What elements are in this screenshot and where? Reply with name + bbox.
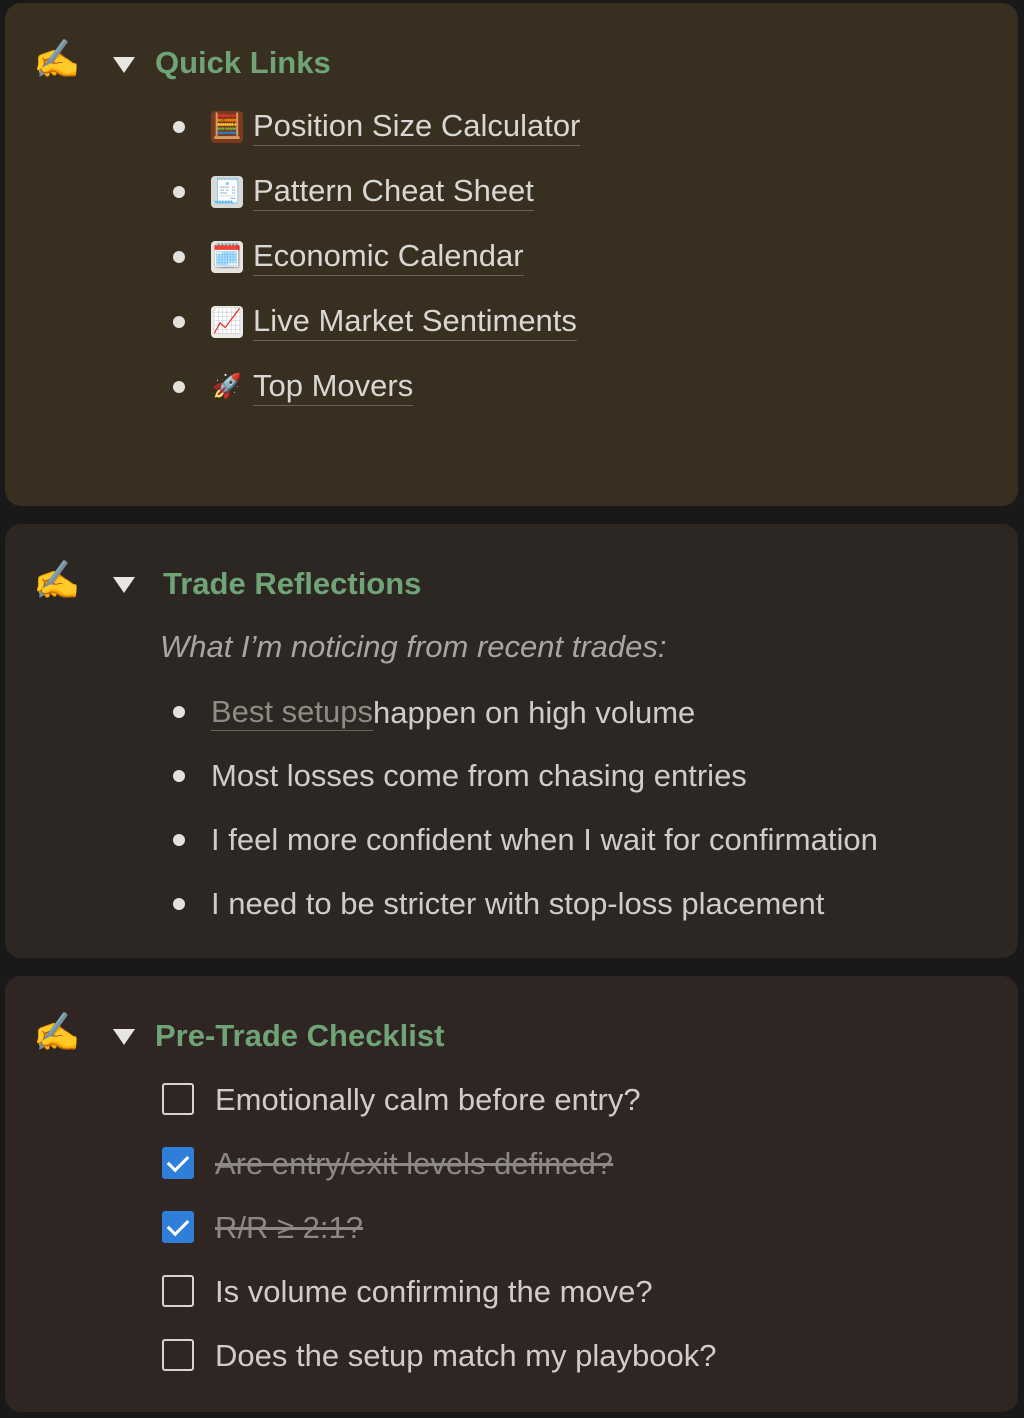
quick-links-heading[interactable]: Quick Links [155, 45, 331, 81]
checkbox[interactable] [162, 1275, 194, 1307]
pattern-cheat-sheet-link[interactable]: Pattern Cheat Sheet [253, 173, 534, 211]
checklist-item-label: Is volume confirming the move? [215, 1274, 653, 1309]
pre-trade-checklist-heading[interactable]: Pre-Trade Checklist [155, 1018, 444, 1054]
receipt-icon: 🧾 [211, 176, 243, 208]
checklist-item-label: Emotionally calm before entry? [215, 1082, 641, 1117]
pre-trade-checklist-callout: ✍️ Pre-Trade Checklist Emotionally calm … [5, 976, 1018, 1412]
checkbox[interactable] [162, 1083, 194, 1115]
bullet-icon [173, 316, 185, 328]
writing-hand-icon: ✍️ [33, 1012, 81, 1054]
list-item-text: I feel more confident when I wait for co… [211, 822, 878, 857]
chart-increasing-icon: 📈 [211, 306, 243, 338]
bullet-icon [173, 834, 185, 846]
reflections-intro: What I’m noticing from recent trades: [160, 629, 667, 664]
checkbox[interactable] [162, 1147, 194, 1179]
calendar-icon: 🗓️ [211, 241, 243, 273]
bullet-icon [173, 121, 185, 133]
checklist-item-label: Are entry/exit levels defined? [215, 1146, 614, 1181]
position-size-calculator-link[interactable]: Position Size Calculator [253, 108, 581, 146]
live-market-sentiments-link[interactable]: Live Market Sentiments [253, 303, 577, 341]
best-setups-link[interactable]: Best setups [211, 694, 373, 731]
trade-reflections-callout: ✍️ Trade Reflections What I’m noticing f… [5, 524, 1018, 958]
checkbox[interactable] [162, 1339, 194, 1371]
bullet-icon [173, 706, 185, 718]
checklist-item-label: Does the setup match my playbook? [215, 1338, 717, 1373]
rocket-icon: 🚀 [212, 373, 242, 400]
list-item-text: happen on high volume [372, 694, 696, 730]
bullet-icon [173, 898, 185, 910]
writing-hand-icon: ✍️ [33, 39, 81, 81]
abacus-icon: 🧮 [211, 111, 243, 143]
quick-links-callout: ✍️ Quick Links 🧮 Position Size Calculato… [5, 3, 1018, 506]
list-item-text: I need to be stricter with stop-loss pla… [211, 886, 825, 921]
bullet-icon [173, 251, 185, 263]
checklist-item-label: R/R ≥ 2:1? [215, 1210, 363, 1245]
bullet-icon [173, 381, 185, 393]
top-movers-link[interactable]: Top Movers [253, 368, 414, 406]
toggle-triangle-icon[interactable] [113, 57, 135, 73]
toggle-triangle-icon[interactable] [113, 577, 135, 593]
economic-calendar-link[interactable]: Economic Calendar [253, 238, 524, 276]
trade-reflections-heading[interactable]: Trade Reflections [163, 566, 421, 602]
bullet-icon [173, 186, 185, 198]
checkbox[interactable] [162, 1211, 194, 1243]
bullet-icon [173, 770, 185, 782]
writing-hand-icon: ✍️ [33, 560, 81, 602]
toggle-triangle-icon[interactable] [113, 1029, 135, 1045]
list-item-text: Most losses come from chasing entries [211, 758, 747, 793]
